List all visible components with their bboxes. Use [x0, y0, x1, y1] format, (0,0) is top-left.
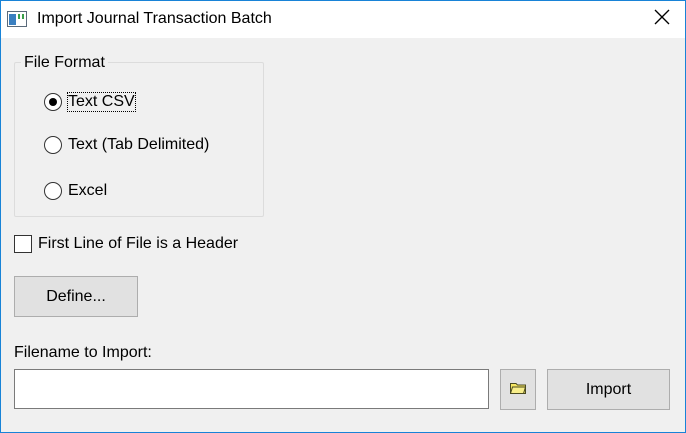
radio-text-tab-label: Text (Tab Delimited): [68, 136, 210, 153]
app-icon: [7, 11, 27, 27]
radio-excel[interactable]: Excel: [44, 182, 107, 200]
define-button[interactable]: Define...: [14, 276, 138, 317]
browse-button[interactable]: [500, 369, 536, 410]
filename-label: Filename to Import:: [14, 344, 152, 361]
header-checkbox-label: First Line of File is a Header: [38, 235, 239, 252]
radio-text-tab-delimited[interactable]: Text (Tab Delimited): [44, 136, 209, 154]
dialog-window: Import Journal Transaction Batch File Fo…: [0, 0, 686, 433]
folder-icon: [509, 381, 527, 399]
radio-text-csv-label: Text CSV: [67, 92, 136, 112]
radio-selected-indicator[interactable]: [44, 93, 62, 111]
window-title: Import Journal Transaction Batch: [37, 10, 272, 27]
header-checkbox[interactable]: First Line of File is a Header: [14, 235, 238, 253]
radio-text-csv[interactable]: Text CSV: [44, 92, 136, 112]
import-button[interactable]: Import: [547, 369, 670, 410]
radio-indicator[interactable]: [44, 136, 62, 154]
file-format-label: File Format: [21, 54, 108, 72]
radio-excel-label: Excel: [68, 182, 108, 199]
close-icon: [654, 9, 670, 30]
checkbox-box[interactable]: [14, 235, 32, 253]
define-button-label: Define...: [46, 287, 106, 305]
filename-input[interactable]: [14, 369, 489, 409]
title-bar[interactable]: Import Journal Transaction Batch: [1, 1, 685, 38]
import-button-label: Import: [585, 380, 632, 398]
radio-indicator[interactable]: [44, 182, 62, 200]
close-button[interactable]: [639, 1, 685, 38]
